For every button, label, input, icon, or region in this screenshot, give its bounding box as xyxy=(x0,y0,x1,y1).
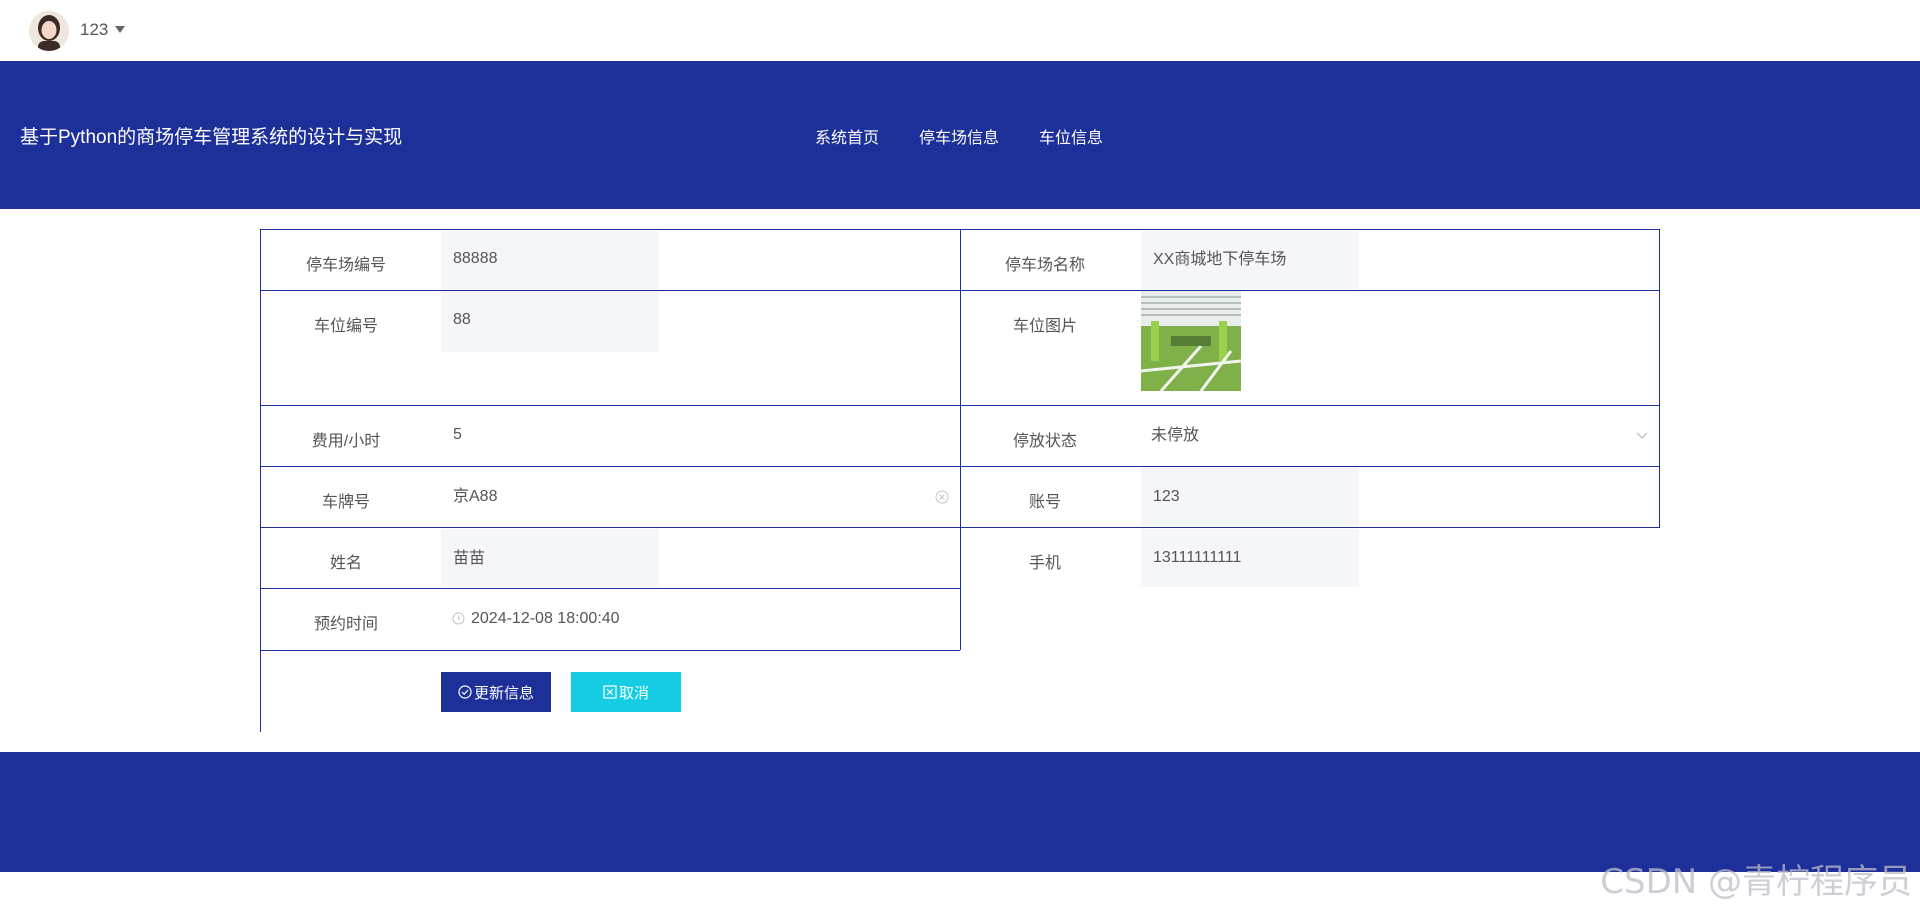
space-image[interactable] xyxy=(1141,291,1241,391)
user-avatar[interactable] xyxy=(29,11,69,51)
parking-lot-name-field[interactable]: XX商城地下停车场 xyxy=(1141,231,1359,289)
reserve-time-label: 预约时间 xyxy=(313,616,378,633)
space-no-label: 车位编号 xyxy=(313,318,378,335)
name-field[interactable]: 苗苗 xyxy=(441,529,659,587)
parking-lot-name-label: 停车场名称 xyxy=(1004,257,1085,274)
grid-line xyxy=(1659,229,1660,527)
fee-label: 费用/小时 xyxy=(311,433,381,450)
cancel-button-label: 取消 xyxy=(618,684,649,702)
main-nav: 系统首页 停车场信息 车位信息 xyxy=(815,124,1143,148)
grid-line xyxy=(260,229,261,732)
nav-parking-lot[interactable]: 停车场信息 xyxy=(919,124,999,148)
site-header: 基于Python的商场停车管理系统的设计与实现 系统首页 停车场信息 车位信息 xyxy=(0,61,1920,209)
name-label: 姓名 xyxy=(329,555,362,572)
fee-field[interactable]: 5 xyxy=(441,407,941,465)
account-field[interactable]: 123 xyxy=(1141,468,1359,526)
close-square-icon xyxy=(603,685,617,699)
status-label: 停放状态 xyxy=(1012,433,1077,450)
account-label: 账号 xyxy=(1028,494,1061,511)
status-select[interactable]: 未停放 xyxy=(1139,407,1639,465)
update-button-label: 更新信息 xyxy=(473,684,534,702)
chevron-down-icon[interactable] xyxy=(1636,432,1648,440)
reserve-time-picker[interactable]: 2024-12-08 18:00:40 xyxy=(459,590,919,648)
update-button[interactable]: 更新信息 xyxy=(441,672,551,712)
grid-line xyxy=(260,588,960,589)
check-circle-icon xyxy=(458,685,472,699)
phone-field[interactable]: 13111111111 xyxy=(1141,529,1359,587)
space-no-field[interactable]: 88 xyxy=(441,292,659,352)
grid-line xyxy=(260,650,960,651)
top-user-bar: 123 xyxy=(0,0,1920,61)
cancel-button[interactable]: 取消 xyxy=(571,672,681,712)
nav-home[interactable]: 系统首页 xyxy=(815,124,879,148)
parking-lot-no-field[interactable]: 88888 xyxy=(441,231,659,289)
site-title: 基于Python的商场停车管理系统的设计与实现 xyxy=(20,127,403,148)
clear-icon[interactable] xyxy=(935,490,949,504)
watermark: CSDN @青柠程序员 xyxy=(1600,862,1912,902)
plate-input[interactable]: 京A88 xyxy=(441,468,941,526)
chevron-down-icon[interactable] xyxy=(115,26,125,33)
plate-label: 车牌号 xyxy=(321,494,370,511)
parking-lot-no-label: 停车场编号 xyxy=(305,257,386,274)
phone-label: 手机 xyxy=(1028,555,1061,572)
username[interactable]: 123 xyxy=(80,20,108,40)
space-image-label: 车位图片 xyxy=(1012,318,1077,335)
nav-parking-space[interactable]: 车位信息 xyxy=(1039,124,1103,148)
